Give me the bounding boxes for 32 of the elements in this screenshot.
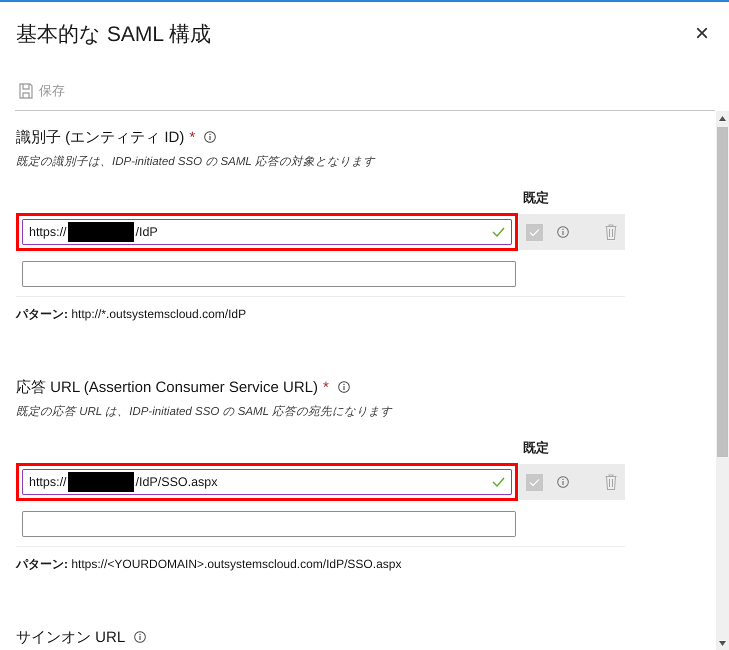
info-icon[interactable] <box>556 226 569 238</box>
required-mark: * <box>189 128 196 146</box>
column-header: 既定 <box>523 190 549 205</box>
save-icon <box>19 83 33 99</box>
pattern-text: パターン: https://<YOURDOMAIN>.outsystemscloud.com/IdP/SSO.aspx <box>16 556 402 573</box>
default-checkbox[interactable] <box>526 474 543 490</box>
pattern-text: パターン: http://*.outsystemscloud.com/IdP <box>16 306 248 323</box>
scroll-up-icon[interactable] <box>719 116 726 120</box>
scroll-down-icon[interactable] <box>719 640 726 646</box>
url-field[interactable]: https:// /IdP <box>22 219 512 245</box>
url-field[interactable] <box>22 511 516 537</box>
close-button[interactable]: × <box>692 20 711 48</box>
delete-icon[interactable] <box>605 474 617 490</box>
info-icon[interactable] <box>556 476 569 488</box>
required-mark: * <box>323 378 329 396</box>
info-icon[interactable] <box>338 381 350 393</box>
url-field[interactable] <box>22 261 516 287</box>
delete-icon[interactable] <box>605 224 617 240</box>
field-label: サインオン URL <box>16 628 126 646</box>
panel-title: 基本的な SAML 構成 <box>16 22 212 48</box>
hint-text: 既定の応答 URL は、IDP-initiated SSO の SAML 応答の宛先になります <box>16 404 394 419</box>
scrollbar[interactable] <box>716 111 729 650</box>
column-header: 既定 <box>523 440 549 455</box>
info-icon[interactable] <box>204 131 216 143</box>
hint-text: 既定の識別子は、IDP-initiated SSO の SAML 応答の対象となります <box>16 154 376 169</box>
default-checkbox[interactable] <box>526 224 543 240</box>
field-label: 応答 URL (Assertion Consumer Service URL) <box>16 378 318 396</box>
check-icon <box>528 478 540 486</box>
url-field[interactable]: https:// /IdP/SSO.aspx <box>22 469 512 495</box>
info-icon[interactable] <box>134 631 146 643</box>
field-label: 識別子 (エンティティ ID) <box>16 128 184 146</box>
check-icon <box>528 228 540 236</box>
